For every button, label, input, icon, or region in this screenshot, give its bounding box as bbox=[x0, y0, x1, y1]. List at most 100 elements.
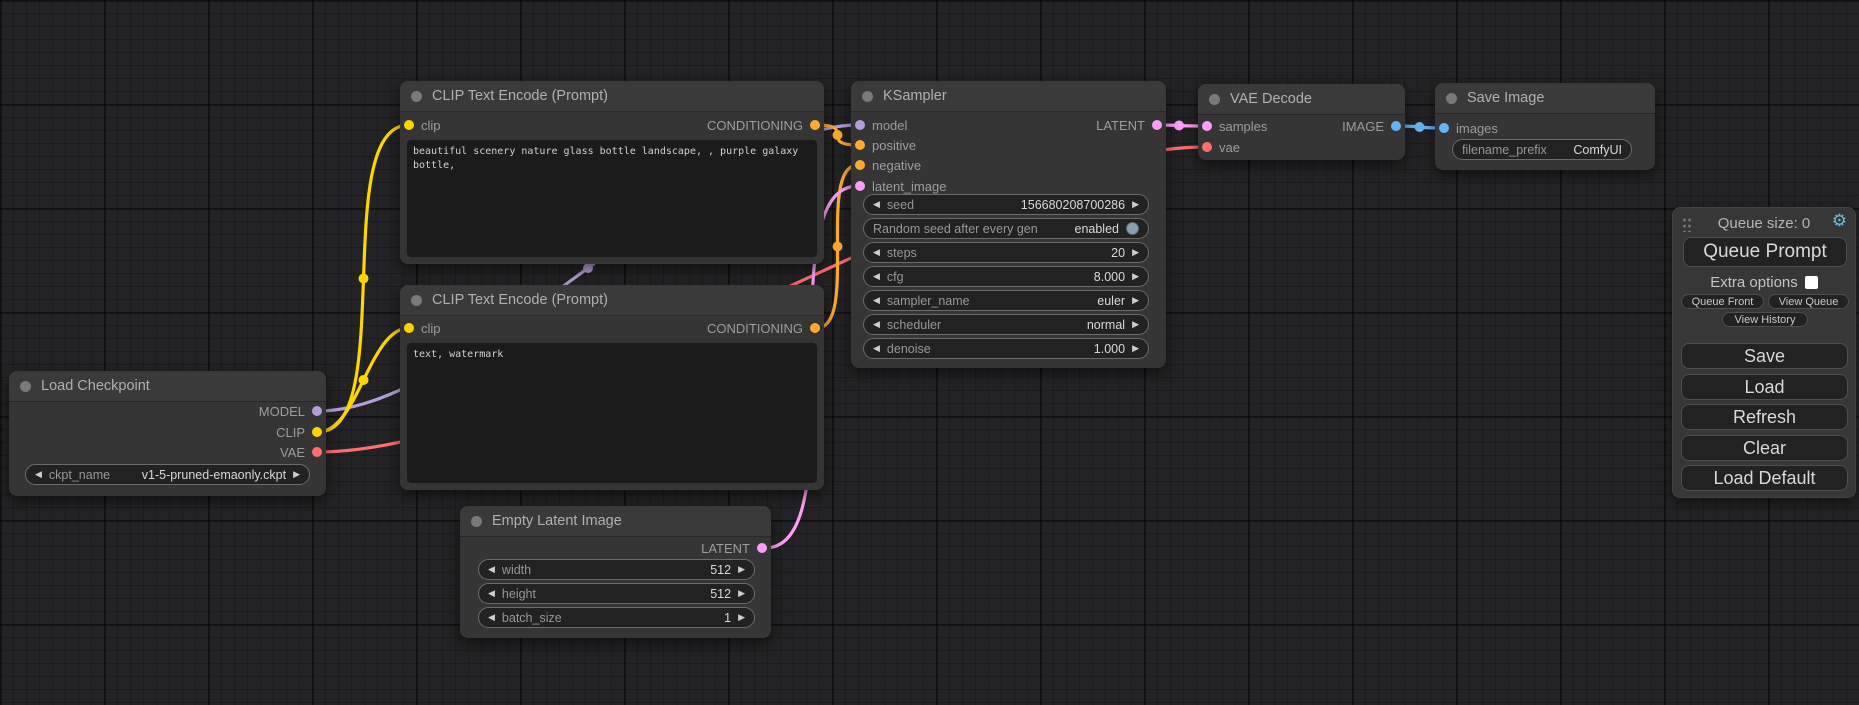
latent-port-dot[interactable] bbox=[1152, 120, 1162, 130]
conditioning-port-dot[interactable] bbox=[855, 140, 865, 150]
ckpt-name-widget[interactable]: ◀ ckpt_name v1-5-pruned-emaonly.ckpt ▶ bbox=[25, 464, 310, 485]
arrow-left-icon[interactable]: ◀ bbox=[488, 565, 495, 574]
collapse-dot-icon[interactable] bbox=[862, 91, 873, 102]
arrow-right-icon[interactable]: ▶ bbox=[738, 565, 745, 574]
clip-port-dot[interactable] bbox=[404, 323, 414, 333]
toggle-dot[interactable] bbox=[1126, 222, 1139, 235]
model-port-dot[interactable] bbox=[312, 406, 322, 416]
arrow-left-icon[interactable]: ◀ bbox=[35, 470, 42, 479]
arrow-left-icon[interactable]: ◀ bbox=[873, 272, 880, 281]
node-title-bar[interactable]: Save Image bbox=[1435, 83, 1655, 114]
collapse-dot-icon[interactable] bbox=[1446, 93, 1457, 104]
prompt-textarea[interactable]: text, watermark bbox=[407, 343, 817, 483]
output-port-conditioning[interactable]: CONDITIONING bbox=[707, 115, 820, 135]
clip-port-dot[interactable] bbox=[312, 427, 322, 437]
queue-front-button[interactable]: Queue Front bbox=[1681, 294, 1764, 309]
drag-handle[interactable] bbox=[1682, 217, 1691, 232]
collapse-dot-icon[interactable] bbox=[1209, 94, 1220, 105]
load-default-button[interactable]: Load Default bbox=[1681, 465, 1848, 491]
view-queue-button[interactable]: View Queue bbox=[1768, 294, 1849, 309]
node-empty-latent-image[interactable]: Empty Latent Image LATENT ◀ width 512 ▶ … bbox=[460, 506, 771, 638]
arrow-left-icon[interactable]: ◀ bbox=[873, 320, 880, 329]
output-port-conditioning[interactable]: CONDITIONING bbox=[707, 318, 820, 338]
arrow-right-icon[interactable]: ▶ bbox=[1132, 344, 1139, 353]
denoise-widget[interactable]: ◀ denoise 1.000 ▶ bbox=[863, 338, 1149, 359]
arrow-right-icon[interactable]: ▶ bbox=[1132, 320, 1139, 329]
graph-canvas[interactable]: Load Checkpoint MODEL CLIP VAE ◀ ckpt_na… bbox=[0, 0, 1859, 705]
node-title-bar[interactable]: CLIP Text Encode (Prompt) bbox=[400, 285, 824, 316]
output-port-latent[interactable]: LATENT bbox=[1096, 115, 1162, 135]
node-title-bar[interactable]: Load Checkpoint bbox=[9, 371, 326, 402]
arrow-left-icon[interactable]: ◀ bbox=[873, 248, 880, 257]
node-title-bar[interactable]: KSampler bbox=[851, 81, 1166, 112]
arrow-right-icon[interactable]: ▶ bbox=[1132, 296, 1139, 305]
load-button[interactable]: Load bbox=[1681, 374, 1848, 400]
output-port-latent[interactable]: LATENT bbox=[701, 538, 767, 558]
random-seed-widget[interactable]: Random seed after every gen enabled bbox=[863, 218, 1149, 239]
filename-prefix-widget[interactable]: filename_prefix ComfyUI bbox=[1452, 139, 1632, 160]
latent-port-dot[interactable] bbox=[757, 543, 767, 553]
arrow-right-icon[interactable]: ▶ bbox=[1132, 200, 1139, 209]
node-load-checkpoint[interactable]: Load Checkpoint MODEL CLIP VAE ◀ ckpt_na… bbox=[9, 371, 326, 496]
node-title-bar[interactable]: VAE Decode bbox=[1198, 84, 1405, 115]
settings-gear-icon[interactable]: ⚙ bbox=[1832, 211, 1847, 231]
queue-panel[interactable]: Queue size: 0 ⚙ Queue Prompt Extra optio… bbox=[1672, 207, 1856, 498]
node-save-image[interactable]: Save Image images filename_prefix ComfyU… bbox=[1435, 83, 1655, 170]
arrow-left-icon[interactable]: ◀ bbox=[873, 296, 880, 305]
height-widget[interactable]: ◀ height 512 ▶ bbox=[478, 583, 755, 604]
image-port-dot[interactable] bbox=[1439, 123, 1449, 133]
queue-prompt-button[interactable]: Queue Prompt bbox=[1683, 237, 1847, 267]
output-port-clip[interactable]: CLIP bbox=[276, 422, 322, 442]
latent-port-dot[interactable] bbox=[1202, 121, 1212, 131]
input-port-clip[interactable]: clip bbox=[404, 115, 441, 135]
arrow-left-icon[interactable]: ◀ bbox=[488, 613, 495, 622]
width-widget[interactable]: ◀ width 512 ▶ bbox=[478, 559, 755, 580]
clear-button[interactable]: Clear bbox=[1681, 435, 1848, 461]
input-port-negative[interactable]: negative bbox=[855, 155, 921, 175]
node-title-bar[interactable]: Empty Latent Image bbox=[460, 506, 771, 537]
output-port-image[interactable]: IMAGE bbox=[1342, 116, 1401, 136]
scheduler-widget[interactable]: ◀ scheduler normal ▶ bbox=[863, 314, 1149, 335]
output-port-model[interactable]: MODEL bbox=[259, 401, 322, 421]
input-port-vae[interactable]: vae bbox=[1202, 137, 1240, 157]
image-port-dot[interactable] bbox=[1391, 121, 1401, 131]
output-port-vae[interactable]: VAE bbox=[280, 442, 322, 462]
batch-size-widget[interactable]: ◀ batch_size 1 ▶ bbox=[478, 607, 755, 628]
node-clip-text-encode-positive[interactable]: CLIP Text Encode (Prompt) clip CONDITION… bbox=[400, 81, 824, 264]
input-port-positive[interactable]: positive bbox=[855, 135, 916, 155]
arrow-left-icon[interactable]: ◀ bbox=[488, 589, 495, 598]
prompt-textarea[interactable]: beautiful scenery nature glass bottle la… bbox=[407, 140, 817, 257]
conditioning-port-dot[interactable] bbox=[810, 323, 820, 333]
seed-widget[interactable]: ◀ seed 156680208700286 ▶ bbox=[863, 194, 1149, 215]
input-port-clip[interactable]: clip bbox=[404, 318, 441, 338]
sampler-name-widget[interactable]: ◀ sampler_name euler ▶ bbox=[863, 290, 1149, 311]
steps-widget[interactable]: ◀ steps 20 ▶ bbox=[863, 242, 1149, 263]
node-title-bar[interactable]: CLIP Text Encode (Prompt) bbox=[400, 81, 824, 112]
refresh-button[interactable]: Refresh bbox=[1681, 404, 1848, 430]
model-port-dot[interactable] bbox=[855, 120, 865, 130]
collapse-dot-icon[interactable] bbox=[20, 381, 31, 392]
arrow-right-icon[interactable]: ▶ bbox=[293, 470, 300, 479]
node-ksampler[interactable]: KSampler model positive negative latent_… bbox=[851, 81, 1166, 368]
save-button[interactable]: Save bbox=[1681, 343, 1848, 369]
vae-port-dot[interactable] bbox=[312, 447, 322, 457]
collapse-dot-icon[interactable] bbox=[411, 295, 422, 306]
conditioning-port-dot[interactable] bbox=[810, 120, 820, 130]
clip-port-dot[interactable] bbox=[404, 120, 414, 130]
latent-port-dot[interactable] bbox=[855, 181, 865, 191]
arrow-right-icon[interactable]: ▶ bbox=[1132, 248, 1139, 257]
collapse-dot-icon[interactable] bbox=[471, 516, 482, 527]
arrow-right-icon[interactable]: ▶ bbox=[738, 613, 745, 622]
conditioning-port-dot[interactable] bbox=[855, 160, 865, 170]
input-port-samples[interactable]: samples bbox=[1202, 116, 1267, 136]
collapse-dot-icon[interactable] bbox=[411, 91, 422, 102]
arrow-left-icon[interactable]: ◀ bbox=[873, 200, 880, 209]
input-port-model[interactable]: model bbox=[855, 115, 907, 135]
arrow-left-icon[interactable]: ◀ bbox=[873, 344, 880, 353]
arrow-right-icon[interactable]: ▶ bbox=[738, 589, 745, 598]
view-history-button[interactable]: View History bbox=[1722, 312, 1808, 327]
cfg-widget[interactable]: ◀ cfg 8.000 ▶ bbox=[863, 266, 1149, 287]
node-clip-text-encode-negative[interactable]: CLIP Text Encode (Prompt) clip CONDITION… bbox=[400, 285, 824, 490]
arrow-right-icon[interactable]: ▶ bbox=[1132, 272, 1139, 281]
extra-options-checkbox[interactable] bbox=[1805, 276, 1818, 289]
